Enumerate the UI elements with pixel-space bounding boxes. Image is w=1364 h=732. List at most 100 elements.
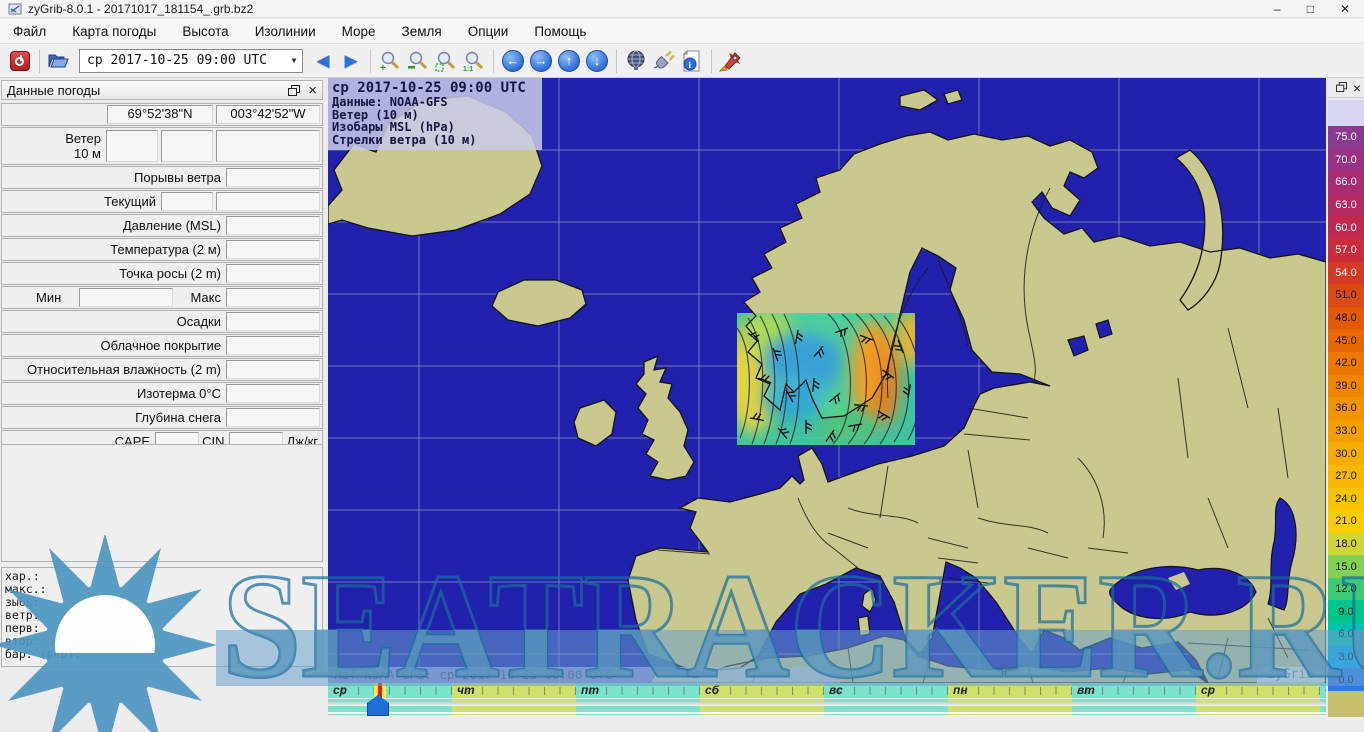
empty-panel-box [1, 444, 323, 562]
minimize-button[interactable]: – [1274, 1, 1281, 17]
slider-baseline [328, 712, 1326, 714]
svg-text:1:1: 1:1 [463, 66, 473, 72]
timeline-day[interactable]: вт [1072, 683, 1196, 698]
gusts-row: Порывы ветра [1, 166, 323, 189]
scale-band-value: 21.0 [1335, 515, 1356, 527]
scale-band: 24.0 [1328, 488, 1364, 511]
timeline-day-label: сб [705, 683, 719, 698]
timeline-day-label: ср [333, 683, 347, 698]
timeline[interactable]: ср чт пт сб вс пн вт [328, 683, 1326, 715]
zoom-out-button[interactable] [404, 47, 432, 75]
scale-band: 3.0 [1328, 646, 1364, 669]
next-timestep-button[interactable]: ▶ [337, 47, 365, 75]
map-canvas[interactable]: ср 2017-10-25 09:00 UTC Данные: NOAA-GFS… [328, 78, 1326, 683]
info-layer-isobars: Изобары MSL (hPa) [332, 121, 536, 134]
current-row: Текущий [1, 190, 323, 213]
float-icon [288, 85, 300, 96]
open-file-icon [48, 52, 70, 69]
current-dir-value [161, 192, 213, 211]
menu-item[interactable]: Опции [455, 21, 522, 42]
float-icon [1336, 82, 1347, 92]
current-label: Текущий [104, 194, 158, 209]
scale-band-value: 27.0 [1335, 470, 1356, 482]
humidity-value [226, 360, 320, 379]
zoom-actual-button[interactable]: 1:1 [460, 47, 488, 75]
weather-panel-title: Данные погоды [7, 83, 280, 98]
close-scale-button[interactable]: × [1353, 80, 1361, 96]
float-panel-button[interactable] [288, 85, 300, 96]
scale-top-cell [1328, 100, 1364, 126]
scale-band-value: 30.0 [1335, 448, 1356, 460]
scale-band: 54.0 [1328, 262, 1364, 285]
menu-item[interactable]: Файл [0, 21, 59, 42]
menu-item[interactable]: Земля [389, 21, 455, 42]
timeline-day[interactable]: сб [700, 683, 824, 698]
menu-item[interactable]: Высота [169, 21, 241, 42]
window-title: zyGrib-8.0.1 - 20171017_181154_.grb.bz2 [28, 2, 1274, 16]
scale-band-value: 12.0 [1335, 583, 1356, 595]
grib-info-button[interactable]: i [678, 47, 706, 75]
timeline-day[interactable]: чт [452, 683, 576, 698]
scale-band-value: 0.0 [1338, 674, 1353, 686]
pan-down-button[interactable]: ↓ [586, 50, 608, 72]
longitude-value: 003°42'52"W [216, 105, 320, 124]
zygrib-map-logo: zyGrib [1257, 667, 1324, 683]
info-file-icon: i [681, 50, 703, 72]
isotherm-row: Изотерма 0°C [1, 382, 323, 405]
zoom-in-button[interactable]: + [376, 47, 404, 75]
min-max-row: Мин Макс [1, 286, 323, 309]
wave-section: хар.:макс.:зыбь:ветр:перв:втор:бар. (вер… [1, 567, 323, 667]
isotherm-value [226, 384, 320, 403]
scale-band: 18.0 [1328, 533, 1364, 556]
plug-icon [653, 50, 675, 72]
scale-band-value: 33.0 [1335, 425, 1356, 437]
timeline-day[interactable]: ср [328, 683, 452, 698]
open-file-button[interactable] [45, 47, 73, 75]
pan-up-button[interactable]: ↑ [558, 50, 580, 72]
scale-band: 33.0 [1328, 420, 1364, 443]
wave-label: ветр: [5, 609, 319, 622]
menu-item[interactable]: Помощь [521, 21, 599, 42]
wind-speed-value [161, 130, 213, 162]
menu-item[interactable]: Море [329, 21, 389, 42]
download-grib-button[interactable] [622, 47, 650, 75]
timeline-day-label: ч [1325, 683, 1326, 698]
min-value [79, 288, 173, 307]
close-button[interactable]: ✕ [1340, 1, 1350, 17]
zoom-region-icon [435, 50, 457, 72]
timeline-day[interactable]: ср [1196, 683, 1320, 698]
cloud-row: Облачное покрытие [1, 334, 323, 357]
menu-bar: ФайлКарта погодыВысотаИзолинииМореЗемляО… [0, 19, 1364, 44]
toolbar: ср 2017-10-25 09:00 UTC ▼ ◀ ▶ + 1:1 ← → … [0, 44, 1364, 78]
timeline-day[interactable]: ч [1320, 683, 1326, 698]
float-scale-button[interactable] [1336, 81, 1347, 95]
timeline-day[interactable]: пт [576, 683, 700, 698]
close-panel-button[interactable]: × [308, 82, 317, 99]
scale-band: 36.0 [1328, 397, 1364, 420]
zoom-region-button[interactable] [432, 47, 460, 75]
meteotable-button[interactable] [717, 47, 745, 75]
timeline-day[interactable]: вс [824, 683, 948, 698]
weather-panel-header: Данные погоды × [1, 80, 323, 100]
timeline-day[interactable]: пн [948, 683, 1072, 698]
power-button[interactable] [6, 47, 34, 75]
map-info-box: ср 2017-10-25 09:00 UTC Данные: NOAA-GFS… [328, 78, 542, 150]
menu-item[interactable]: Изолинии [242, 21, 329, 42]
scale-band-value: 45.0 [1335, 335, 1356, 347]
reference-bar: Ref NOAA-GFS: ср 2017-10-25 00:00 UTC [328, 667, 840, 683]
gusts-value [226, 168, 320, 187]
menu-item[interactable]: Карта погоды [59, 21, 169, 42]
precipitation-label: Осадки [177, 314, 223, 329]
prev-timestep-button[interactable]: ◀ [309, 47, 337, 75]
datetime-select[interactable]: ср 2017-10-25 09:00 UTC ▼ [79, 49, 303, 73]
scale-bands: 75.0 70.0 66.0 63.0 60.0 57.0 54.0 [1328, 126, 1364, 691]
connection-button[interactable] [650, 47, 678, 75]
timeline-ruler[interactable]: ср чт пт сб вс пн вт [328, 683, 1326, 698]
maximize-button[interactable]: □ [1307, 1, 1314, 17]
scale-band: 0.0 [1328, 668, 1364, 691]
scale-band-value: 3.0 [1338, 651, 1353, 663]
pan-right-button[interactable]: → [530, 50, 552, 72]
scale-band: 12.0 [1328, 578, 1364, 601]
pan-left-button[interactable]: ← [502, 50, 524, 72]
wind-label: Ветер10 м [65, 131, 103, 161]
